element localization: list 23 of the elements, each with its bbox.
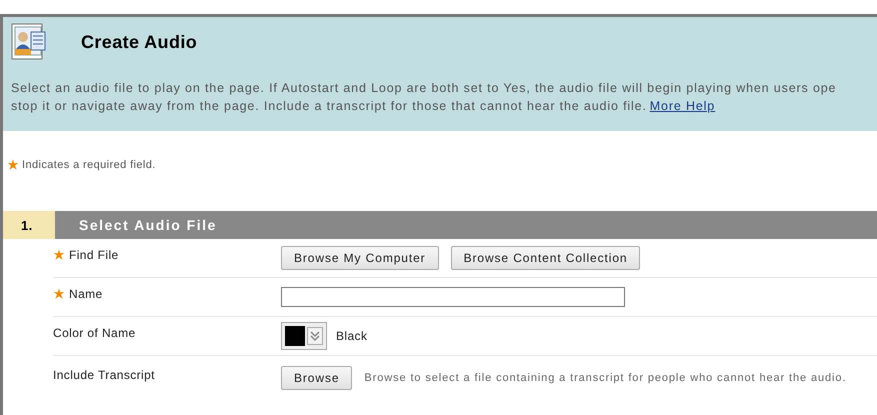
hint-text: Browse to select a file containing a transcript for people who cannot hear the audio. xyxy=(364,372,846,384)
field-label: Color of Name xyxy=(53,326,136,340)
chevron-down-icon xyxy=(307,327,323,345)
required-note: Indicates a required field. xyxy=(22,159,156,171)
browse-button[interactable]: Browse My Computer xyxy=(281,246,439,270)
browse-button[interactable]: Browse Content Collection xyxy=(450,246,640,270)
browse-button[interactable]: Browse xyxy=(281,366,352,390)
description-text: stop it or navigate away from the page. Include a transcript for those that cannot hear the audio file. xyxy=(11,99,647,113)
page-title: Create Audio xyxy=(81,32,198,52)
more-help-link[interactable]: More Help xyxy=(650,99,716,113)
color-name: Black xyxy=(336,329,368,343)
required-star-icon xyxy=(53,249,65,261)
step-number: 1. xyxy=(3,211,55,239)
color-picker[interactable] xyxy=(281,322,327,350)
required-star-icon xyxy=(7,159,19,171)
field-label: Find File xyxy=(69,248,119,262)
required-star-icon xyxy=(53,288,65,300)
name-input-field[interactable] xyxy=(281,287,625,307)
field-label: Include Transcript xyxy=(53,368,155,382)
audio-document-icon xyxy=(11,23,47,61)
field-label: Name xyxy=(69,287,103,301)
section-title: Select Audio File xyxy=(55,211,877,239)
description-text: Select an audio file to play on the page. If Autostart and Loop are both set to Yes, the audio file will begin playing when users ope xyxy=(11,81,836,95)
